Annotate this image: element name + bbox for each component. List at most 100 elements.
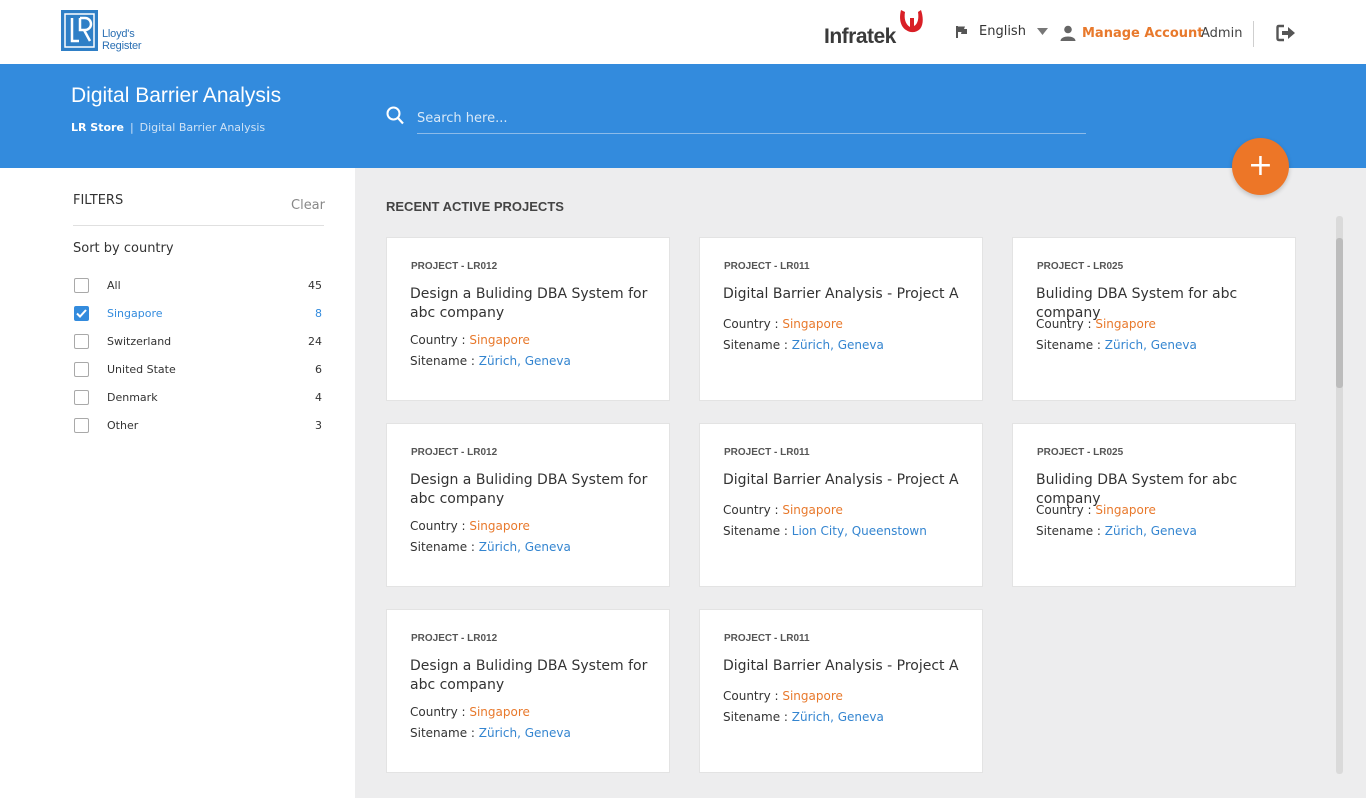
filters-sidebar: FILTERS Clear Sort by country All 45 Singa…: [0, 168, 355, 798]
breadcrumb: LR Store | Digital Barrier Analysis: [71, 121, 265, 134]
sitename-value[interactable]: Zürich, Geneva: [792, 710, 884, 724]
filter-checkbox[interactable]: [74, 277, 89, 293]
project-id: PROJECT - LR011: [724, 633, 810, 644]
project-sitename: Sitename : Zürich, Geneva: [723, 338, 884, 352]
filters-title: FILTERS: [73, 193, 124, 208]
project-title[interactable]: Digital Barrier Analysis - Project A: [723, 657, 963, 676]
project-country: Country : Singapore: [1036, 317, 1156, 331]
project-country: Country : Singapore: [410, 705, 530, 719]
sitename-value[interactable]: Zürich, Geneva: [479, 540, 571, 554]
infratek-logo-text: Infratek: [824, 25, 896, 48]
project-sitename: Sitename : Zürich, Geneva: [1036, 338, 1197, 352]
project-title[interactable]: Design a Buliding DBA System for abc com…: [410, 471, 650, 509]
sitename-key: Sitename :: [1036, 524, 1101, 538]
project-card[interactable]: PROJECT - LR012 Design a Buliding DBA Sys…: [386, 423, 670, 587]
lloyds-register-logo[interactable]: Lloyd's Register: [61, 10, 142, 52]
country-value: Singapore: [469, 519, 530, 533]
logout-button[interactable]: [1276, 24, 1296, 46]
project-card[interactable]: PROJECT - LR011 Digital Barrier Analysis …: [699, 237, 983, 401]
filter-count: 4: [315, 390, 322, 404]
country-value: Singapore: [469, 705, 530, 719]
sitename-value[interactable]: Zürich, Geneva: [1105, 524, 1197, 538]
filter-label: Denmark: [107, 390, 158, 404]
language-label: English: [979, 24, 1026, 39]
sitename-key: Sitename :: [410, 540, 475, 554]
sitename-value[interactable]: Zürich, Geneva: [479, 354, 571, 368]
page-title: Digital Barrier Analysis: [71, 84, 282, 107]
filter-checkbox[interactable]: [74, 361, 89, 377]
filter-label: Switzerland: [107, 334, 172, 348]
project-country: Country : Singapore: [723, 317, 843, 331]
lr-logo-mark: [61, 10, 98, 51]
sitename-value[interactable]: Lion City, Queenstown: [792, 524, 927, 538]
filter-row-united-state[interactable]: United State 6: [73, 355, 324, 383]
project-card[interactable]: PROJECT - LR011 Digital Barrier Analysis …: [699, 423, 983, 587]
infratek-mark-icon: [900, 10, 923, 33]
filter-checkbox[interactable]: [74, 305, 89, 321]
project-title[interactable]: Digital Barrier Analysis - Project A: [723, 471, 963, 490]
filter-row-denmark[interactable]: Denmark 4: [73, 383, 324, 411]
filter-count: 3: [315, 418, 322, 432]
filter-row-switzerland[interactable]: Switzerland 24: [73, 327, 324, 355]
project-id: PROJECT - LR011: [724, 447, 810, 458]
project-card[interactable]: PROJECT - LR011 Digital Barrier Analysis …: [699, 609, 983, 773]
sitename-key: Sitename :: [723, 338, 788, 352]
project-card[interactable]: PROJECT - LR025 Buliding DBA System for a…: [1012, 423, 1296, 587]
project-card[interactable]: PROJECT - LR012 Design a Buliding DBA Sys…: [386, 609, 670, 773]
filter-count: 24: [308, 334, 322, 348]
country-filter-list: All 45 Singapore 8 Switzerland 24 United State…: [73, 271, 324, 439]
admin-link[interactable]: Admin: [1201, 26, 1242, 41]
sitename-value[interactable]: Zürich, Geneva: [1105, 338, 1197, 352]
project-title[interactable]: Design a Buliding DBA System for abc com…: [410, 285, 650, 323]
project-title[interactable]: Digital Barrier Analysis - Project A: [723, 285, 963, 304]
filter-row-other[interactable]: Other 3: [73, 411, 324, 439]
filter-label: Other: [107, 418, 139, 432]
scrollbar[interactable]: [1336, 216, 1343, 774]
clear-filters-button[interactable]: Clear: [291, 198, 325, 213]
page-header: Digital Barrier Analysis LR Store | Digi…: [0, 64, 1366, 168]
filter-checkbox[interactable]: [74, 333, 89, 349]
project-sitename: Sitename : Zürich, Geneva: [410, 540, 571, 554]
project-country: Country : Singapore: [723, 503, 843, 517]
country-key: Country :: [410, 519, 466, 533]
filter-count: 6: [315, 362, 322, 376]
recent-projects-title: RECENT ACTIVE PROJECTS: [386, 199, 564, 214]
project-card[interactable]: PROJECT - LR012 Design a Buliding DBA Sys…: [386, 237, 670, 401]
sitename-value[interactable]: Zürich, Geneva: [792, 338, 884, 352]
project-sitename: Sitename : Lion City, Queenstown: [723, 524, 927, 538]
infratek-logo: Infratek: [824, 8, 924, 50]
project-sitename: Sitename : Zürich, Geneva: [723, 710, 884, 724]
project-id: PROJECT - LR011: [724, 261, 810, 272]
filter-row-all[interactable]: All 45: [73, 271, 324, 299]
country-value: Singapore: [469, 333, 530, 347]
user-icon: [1060, 25, 1076, 41]
country-value: Singapore: [782, 689, 843, 703]
nav-divider: [1253, 21, 1254, 47]
logout-icon: [1276, 24, 1295, 42]
project-card[interactable]: PROJECT - LR025 Buliding DBA System for a…: [1012, 237, 1296, 401]
lr-logo-line1: Lloyd's: [102, 28, 135, 40]
filter-label: All: [107, 278, 121, 292]
sitename-key: Sitename :: [723, 710, 788, 724]
manage-account-link[interactable]: Manage Account: [1060, 25, 1204, 41]
language-selector[interactable]: English: [956, 24, 1048, 39]
search-icon: [386, 106, 404, 125]
breadcrumb-lr-store[interactable]: LR Store: [71, 121, 124, 134]
add-project-button[interactable]: +: [1232, 138, 1289, 195]
filter-checkbox[interactable]: [74, 417, 89, 433]
project-sitename: Sitename : Zürich, Geneva: [410, 354, 571, 368]
filter-row-singapore[interactable]: Singapore 8: [73, 299, 324, 327]
search-input[interactable]: [417, 104, 1086, 134]
sitename-value[interactable]: Zürich, Geneva: [479, 726, 571, 740]
sort-by-country-label: Sort by country: [73, 241, 174, 256]
project-title[interactable]: Design a Buliding DBA System for abc com…: [410, 657, 650, 695]
country-key: Country :: [1036, 317, 1092, 331]
project-country: Country : Singapore: [723, 689, 843, 703]
country-key: Country :: [723, 503, 779, 517]
filter-checkbox[interactable]: [74, 389, 89, 405]
sitename-key: Sitename :: [1036, 338, 1101, 352]
filter-count: 8: [315, 306, 322, 320]
top-bar: Lloyd's Register Infratek English Manage…: [0, 0, 1366, 64]
scrollbar-thumb[interactable]: [1336, 238, 1343, 388]
project-sitename: Sitename : Zürich, Geneva: [1036, 524, 1197, 538]
